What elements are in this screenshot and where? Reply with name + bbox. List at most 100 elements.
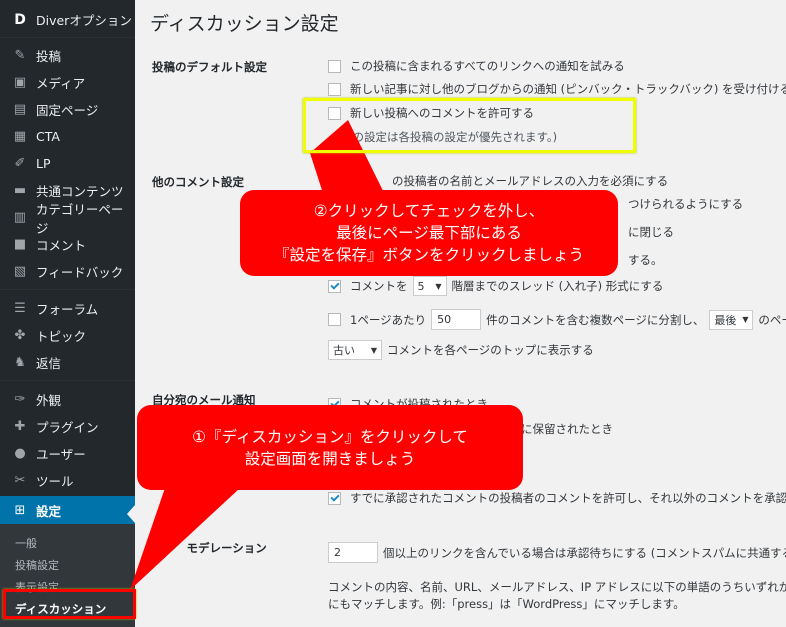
comments-per-page-input[interactable]: 50 [431, 309, 482, 330]
moderation-description-line2: にもマッチします。例:「press」は「WordPress」にマッチします。 [328, 597, 685, 611]
sidebar-item-label: Diverオプション [36, 13, 132, 28]
active-indicator [127, 505, 135, 523]
comment-icon: ■ [13, 237, 27, 252]
default-page-select[interactable]: 最後 ▼ [709, 309, 754, 330]
sidebar-item-diver[interactable]: D Diverオプション [0, 6, 135, 33]
option-attempt-notify[interactable]: この投稿に含まれるすべてのリンクへの通知を試みる [328, 58, 625, 74]
sidebar-item-label: ツール [36, 474, 74, 489]
category-icon: ▥ [13, 210, 27, 225]
sidebar-item-label: メディア [36, 76, 86, 91]
sidebar-item-forum[interactable]: ☰ フォーラム [0, 295, 135, 322]
other-comment-settings-label: 他のコメント設定 [152, 175, 244, 189]
sidebar-item-label: 共通コンテンツ [36, 184, 124, 199]
pin-icon: ✎ [14, 48, 26, 63]
option-registered-only[interactable]: つけられるようにする [628, 196, 743, 212]
thread-depth-select[interactable]: 5 ▼ [412, 276, 447, 296]
sidebar-item-feedback[interactable]: ▧ フィードバック [0, 258, 135, 285]
select-value: 5 [417, 279, 425, 293]
sidebar-item-tools[interactable]: ✂ ツール [0, 467, 135, 494]
option-label: この投稿に含まれるすべてのリンクへの通知を試みる [350, 59, 625, 73]
forum-icon: ☰ [14, 301, 26, 316]
cta-icon: ▦ [13, 129, 27, 144]
option-cookies-optin[interactable]: する。 [628, 252, 663, 268]
feedback-icon: ▧ [13, 264, 27, 279]
submenu-item-writing[interactable]: 投稿設定 [15, 557, 59, 573]
media-icon: ▣ [13, 75, 27, 90]
sidebar-item-users[interactable]: ● ユーザー [0, 440, 135, 467]
sidebar-item-label: LP [36, 156, 51, 171]
thread-comments-checkbox[interactable] [328, 279, 341, 293]
sidebar-item-lp[interactable]: ✐ LP [0, 150, 135, 177]
tools-icon: ✂ [14, 473, 26, 488]
sidebar-item-media[interactable]: ▣ メディア [0, 69, 135, 96]
sidebar-item-topic[interactable]: ✤ トピック [0, 322, 135, 349]
folder-icon: ▬ [13, 183, 27, 198]
main-content: ディスカッション設定 投稿のデフォルト設定 この投稿に含まれるすべてのリンクへの… [135, 0, 786, 627]
option-allow-pings[interactable]: 新しい記事に対し他のブログからの通知 (ピンバック・トラックバック) を受け付け… [328, 81, 786, 97]
option-label: 1ページあたり [350, 312, 427, 327]
menu-separator [0, 380, 135, 381]
option-moderation-links[interactable]: 2 個以上のリンクを含んでいる場合は承認待ちにする (コメントスパムに共通する特 [328, 542, 786, 563]
option-label: つけられるようにする [628, 197, 744, 211]
settings-icon: ⊞ [14, 502, 26, 518]
option-close-comments[interactable]: に閉じる [628, 224, 674, 240]
option-thread-comments[interactable]: コメントを 5 ▼ 階層までのスレッド (入れ子) 形式にする [328, 276, 663, 296]
option-label: すでに承認されたコメントの投稿者のコメントを許可し、それ以外のコメントを承認待ち [350, 491, 786, 505]
admin-sidebar: D Diverオプション ✎ 投稿 ▣ メディア ▤ 固定ページ ▦ CTA ✐… [0, 0, 135, 627]
sidebar-item-posts[interactable]: ✎ 投稿 [0, 42, 135, 69]
callout-step1: ①『ディスカッション』をクリックして 設定画面を開きましょう [137, 405, 523, 490]
option-label: に保留されたとき [521, 422, 613, 436]
option-notify-on-moderation[interactable]: に保留されたとき [521, 421, 613, 437]
paginate-comments-checkbox[interactable] [328, 313, 341, 326]
sidebar-item-label: 固定ページ [36, 103, 99, 118]
menu-separator [0, 289, 135, 290]
sidebar-item-label: コメント [36, 238, 87, 253]
option-require-name-email[interactable]: の投稿者の名前とメールアドレスの入力を必須にする [392, 173, 668, 189]
discussion-menu-highlight [3, 589, 136, 619]
option-label: する。 [628, 253, 663, 267]
option-label: 件のコメントを含む複数ページに分割し、 [486, 312, 705, 327]
sidebar-item-label: CTA [36, 129, 60, 144]
chevron-down-icon: ▼ [742, 315, 749, 324]
sidebar-item-cta[interactable]: ▦ CTA [0, 123, 135, 150]
appearance-icon: ✑ [14, 392, 26, 407]
chevron-down-icon: ▼ [435, 281, 442, 291]
callout-step1-line2: 設定画面を開きましょう [244, 449, 416, 468]
option-paginate-comments[interactable]: 1ページあたり 50 件のコメントを含む複数ページに分割し、 最後 ▼ のページを [328, 309, 786, 330]
sidebar-item-label: 返信 [36, 356, 62, 371]
option-label: コメントを [350, 279, 408, 293]
sidebar-item-label: 投稿 [36, 49, 62, 64]
sidebar-item-plugins[interactable]: ✚ プラグイン [0, 413, 135, 440]
callout-step2: ②クリックしてチェックを外し、 最後にページ最下部にある 『設定を保存』ボタンを… [240, 190, 618, 276]
default-settings-label: 投稿のデフォルト設定 [152, 60, 267, 74]
callout-step2-line3: 『設定を保存』ボタンをクリックしましょう [273, 246, 584, 264]
callout-step2-line1: ②クリックしてチェックを外し、 [313, 202, 545, 220]
plugin-icon: ✚ [14, 419, 26, 434]
topic-icon: ✤ [14, 328, 26, 343]
callout-step1-line1: ①『ディスカッション』をクリックして [192, 427, 468, 446]
option-label: の投稿者の名前とメールアドレスの入力を必須にする [392, 174, 669, 188]
sidebar-item-label: 外観 [36, 393, 62, 408]
option-label: コメントを各ページのトップに表示する [387, 343, 594, 357]
sidebar-item-reply[interactable]: ♞ 返信 [0, 349, 135, 376]
submenu-item-general[interactable]: 一般 [15, 535, 37, 551]
allow-pings-checkbox[interactable] [328, 82, 341, 96]
select-value: 最後 [714, 313, 737, 327]
comment-order-select[interactable]: 古い ▼ [328, 340, 382, 360]
previously-approved-checkbox[interactable] [328, 491, 341, 505]
attempt-notify-checkbox[interactable] [328, 59, 341, 73]
sidebar-item-category-page[interactable]: ▥ カテゴリーページ [0, 202, 135, 236]
chevron-down-icon: ▼ [370, 345, 377, 355]
allow-comments-highlight [303, 98, 636, 153]
sidebar-item-pages[interactable]: ▤ 固定ページ [0, 96, 135, 123]
sidebar-item-comments[interactable]: ■ コメント [0, 231, 135, 258]
option-previously-approved[interactable]: すでに承認されたコメントの投稿者のコメントを許可し、それ以外のコメントを承認待ち [328, 490, 786, 506]
sidebar-item-appearance[interactable]: ✑ 外観 [0, 386, 135, 413]
sidebar-item-settings[interactable]: ⊞ 設定 [0, 496, 135, 524]
sidebar-item-label: 設定 [36, 503, 62, 519]
option-comment-order[interactable]: 古い ▼ コメントを各ページのトップに表示する [328, 340, 594, 360]
moderation-links-input[interactable]: 2 [328, 542, 378, 563]
menu-separator [0, 37, 135, 38]
page-icon: ▤ [13, 102, 27, 117]
option-label: 階層までのスレッド (入れ子) 形式にする [451, 279, 664, 293]
